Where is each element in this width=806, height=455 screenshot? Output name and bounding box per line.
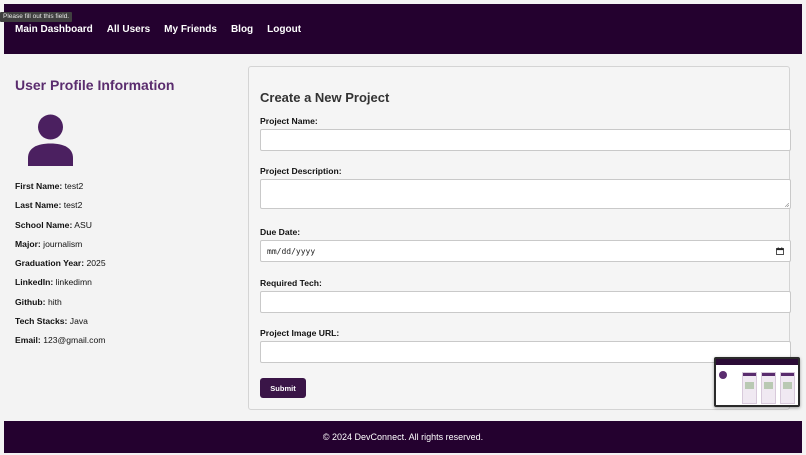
nav-my-friends[interactable]: My Friends: [164, 24, 217, 35]
nav-logout[interactable]: Logout: [267, 24, 301, 35]
profile-last-name: Last Name: test2: [15, 200, 83, 211]
user-profile-panel: User Profile Information First Name: tes…: [15, 77, 235, 354]
thumbnail-card: [780, 372, 795, 404]
profile-title: User Profile Information: [15, 77, 175, 93]
thumbnail-navbar: [716, 359, 798, 365]
profile-github: Github: hith: [15, 296, 62, 307]
project-name-input[interactable]: [260, 129, 791, 151]
due-date-label: Due Date:: [260, 227, 301, 237]
profile-first-name: First Name: test2: [15, 181, 84, 191]
project-image-url-input[interactable]: [260, 341, 791, 363]
top-navbar: Main Dashboard All Users My Friends Blog…: [4, 4, 802, 54]
project-image-url-label: Project Image URL:: [260, 328, 340, 338]
page-footer: © 2024 DevConnect. All rights reserved.: [4, 421, 802, 453]
due-date-input[interactable]: mm/dd/yyyy: [260, 240, 791, 262]
resize-grip-icon[interactable]: [785, 203, 789, 207]
project-description-label: Project Description:: [260, 166, 342, 176]
validation-tooltip: Please fill out this field.: [0, 12, 73, 22]
nav-all-users[interactable]: All Users: [107, 24, 150, 35]
user-avatar-icon: [28, 114, 73, 166]
profile-graduation-year: Graduation Year: 2025: [15, 258, 106, 269]
profile-tech-stacks: Tech Stacks: Java: [15, 316, 88, 327]
required-tech-input[interactable]: [260, 291, 791, 313]
profile-email: Email: 123@gmail.com: [15, 335, 106, 346]
footer-copyright: © 2024 DevConnect. All rights reserved.: [322, 432, 484, 442]
due-date-placeholder: mm/dd/yyyy: [267, 246, 316, 256]
create-project-form: Create a New Project Project Name: Proje…: [248, 66, 791, 410]
thumbnail-card: [761, 372, 776, 404]
calendar-icon[interactable]: [776, 247, 784, 255]
submit-button[interactable]: Submit: [260, 378, 306, 398]
screen-preview-thumbnail[interactable]: [714, 357, 800, 407]
project-name-label: Project Name:: [260, 116, 318, 126]
nav-main-dashboard[interactable]: Main Dashboard: [15, 24, 93, 35]
nav-blog[interactable]: Blog: [231, 24, 253, 35]
profile-linkedin: LinkedIn: linkedimn: [15, 277, 92, 288]
thumbnail-avatar-icon: [719, 371, 727, 379]
profile-school-name: School Name: ASU: [15, 219, 92, 230]
form-title: Create a New Project: [260, 90, 390, 105]
thumbnail-card: [742, 372, 757, 404]
profile-major: Major: journalism: [15, 238, 83, 249]
required-tech-label: Required Tech:: [260, 278, 322, 288]
project-description-textarea[interactable]: [260, 179, 791, 209]
